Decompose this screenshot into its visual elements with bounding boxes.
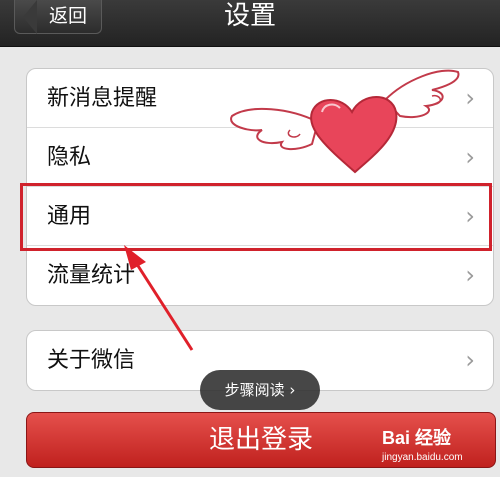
- watermark-site: jingyan.baidu.com: [382, 452, 463, 463]
- winged-heart-icon: [230, 69, 460, 174]
- chevron-right-icon: ›: [289, 381, 296, 399]
- baidu-watermark: Bai 经验 jingyan.baidu.com: [382, 424, 463, 463]
- logout-button-label: 退出登录: [208, 425, 313, 455]
- step-reading-button[interactable]: 步骤阅读 ›: [200, 370, 320, 410]
- watermark-brand: Bai 经验: [382, 428, 452, 448]
- red-arrow-annotation: [124, 245, 194, 351]
- step-reading-label: 步骤阅读: [224, 381, 285, 399]
